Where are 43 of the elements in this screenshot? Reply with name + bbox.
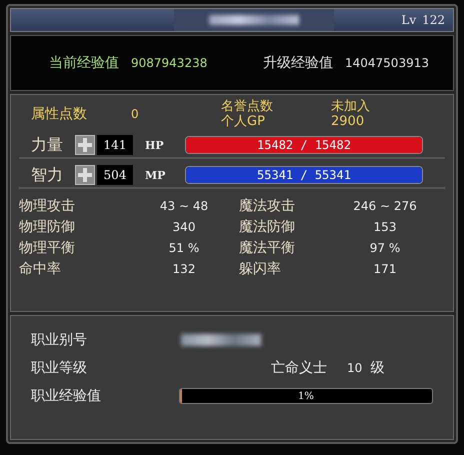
stat-value: 132: [172, 262, 196, 276]
fame-value: 未加入: [331, 99, 371, 114]
gp-label: 个人GP: [221, 114, 266, 129]
bar-label: MP: [144, 168, 166, 182]
next-exp-value: 14047503913: [345, 56, 429, 70]
job-alias-label: 职业别号: [31, 331, 88, 349]
current-exp-label: 当前经验值: [49, 54, 119, 72]
stat-value: 153: [372, 220, 398, 234]
stat-label: 物理平衡: [19, 239, 76, 257]
stat-value: 97 %: [368, 241, 402, 255]
next-exp-label: 升级经验值: [263, 54, 333, 72]
stat-label: 命中率: [19, 260, 62, 278]
bar-label: HP: [144, 138, 165, 152]
rank-unit: 级: [370, 359, 384, 377]
stat-label: 魔法防御: [239, 218, 296, 236]
attribute-points-label: 属性点数: [31, 105, 88, 123]
attribute-value: 504: [97, 165, 133, 185]
level-value: 122: [422, 13, 445, 27]
job-class: 亡命义士: [271, 359, 327, 377]
stat-value: 246 ~ 276: [352, 199, 418, 213]
bar-text: 1%: [296, 390, 315, 403]
job-rank-label: 职业等级: [31, 359, 88, 377]
attribute-label: 力量: [30, 134, 64, 156]
bar-text: 55341 / 55341: [256, 167, 352, 183]
stat-label: 物理防御: [19, 218, 76, 236]
stat-value: 171: [372, 262, 398, 276]
job-exp-label: 职业经验值: [31, 387, 102, 405]
attribute-label: 智力: [30, 164, 64, 186]
stat-value: 340: [172, 220, 196, 234]
stat-value: 51 %: [168, 241, 200, 255]
stat-label: 物理攻击: [19, 197, 76, 215]
job-rank: 10: [347, 361, 362, 375]
level-label: Lv: [401, 13, 416, 27]
gp-value: 2900: [331, 114, 366, 129]
stat-label: 魔法平衡: [239, 239, 296, 257]
stat-label: 躲闪率: [239, 260, 282, 278]
current-exp-value: 9087943238: [131, 56, 208, 70]
stat-value: 43 ~ 48: [158, 199, 210, 213]
stat-label: 魔法攻击: [239, 197, 296, 215]
bar-text: 15482 / 15482: [256, 137, 352, 153]
attribute-value: 141: [97, 135, 133, 155]
fame-label: 名誉点数: [221, 99, 274, 114]
attribute-points-value: 0: [131, 107, 140, 121]
